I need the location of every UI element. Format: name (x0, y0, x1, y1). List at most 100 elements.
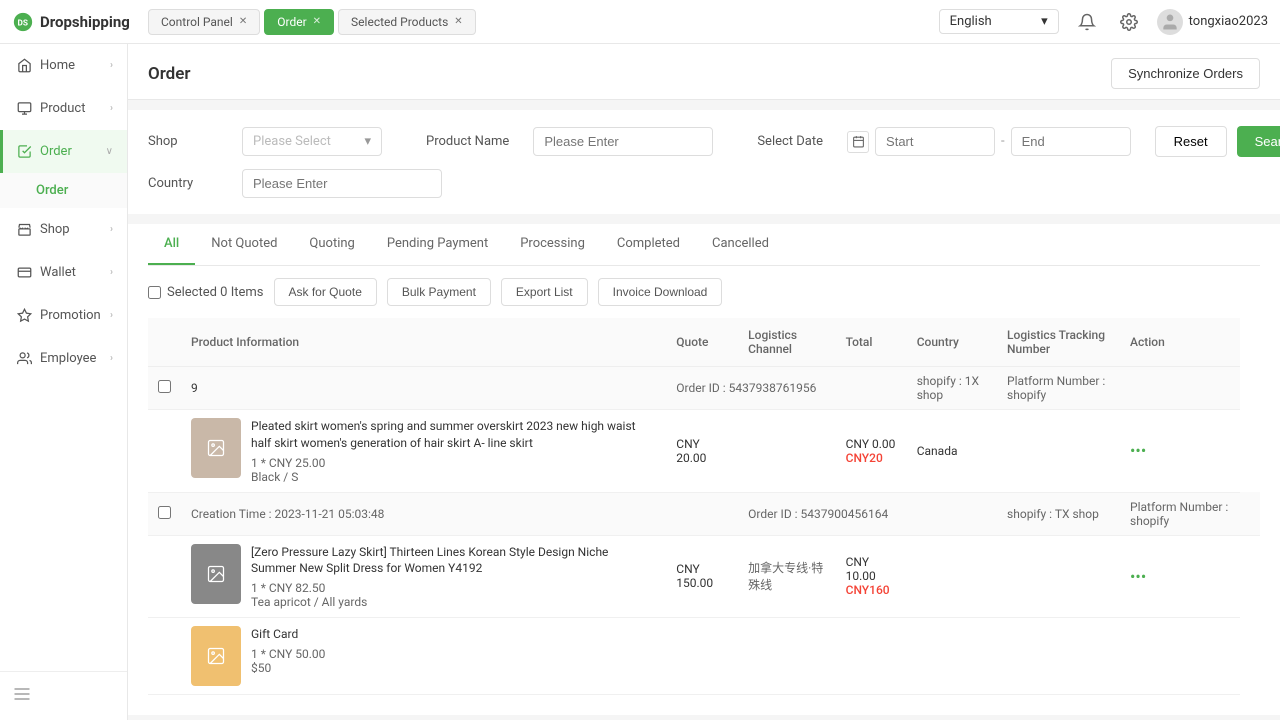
tab-label: Control Panel (161, 15, 233, 29)
sidebar-bottom (0, 671, 127, 720)
filter-section: Shop Please Select ▾ Product Name Select… (128, 110, 1280, 214)
date-start-input[interactable] (875, 127, 995, 156)
sub-item-label: Order (36, 183, 68, 198)
country-label: Country (148, 176, 218, 191)
chevron-icon: › (110, 353, 113, 364)
ask-quote-button[interactable]: Ask for Quote (274, 278, 377, 306)
quote-price: CNY 150.00 (676, 562, 713, 590)
user-info[interactable]: tongxiao2023 (1157, 9, 1268, 35)
calendar-icon[interactable] (847, 131, 869, 153)
tab-close-icon[interactable]: ✕ (454, 16, 462, 27)
table-section: AllNot QuotedQuotingPending PaymentProce… (128, 224, 1280, 715)
order-tab-cancelled[interactable]: Cancelled (696, 224, 785, 265)
product-details: [Zero Pressure Lazy Skirt] Thirteen Line… (251, 544, 656, 610)
country-cell (907, 535, 997, 618)
row-checkbox-cell (148, 492, 181, 535)
sidebar-item-home[interactable]: Home › (0, 44, 127, 87)
total-cell: CNY 10.00 CNY160 (836, 535, 907, 618)
invoice-download-button[interactable]: Invoice Download (598, 278, 723, 306)
order-tab-quoting[interactable]: Quoting (293, 224, 370, 265)
tab-label: Order (277, 15, 306, 29)
sidebar-item-label: Order (40, 144, 72, 159)
select-all-label[interactable]: Selected 0 Items (148, 285, 264, 300)
page-title: Order (148, 64, 191, 84)
content-header: Order Synchronize Orders (128, 44, 1280, 100)
action-dots-button[interactable]: ••• (1130, 567, 1146, 586)
sidebar-item-label: Employee (40, 351, 96, 366)
date-end-input[interactable] (1011, 127, 1131, 156)
product-variant: Black / S (251, 470, 656, 484)
logistics-channel-cell: 加拿大专线·特殊线 (738, 535, 835, 618)
order-tab-all[interactable]: All (148, 224, 195, 265)
sidebar-item-promotion[interactable]: Promotion › (0, 294, 127, 337)
quote-price: CNY 20.00 (676, 437, 706, 465)
product-qty: 1 * CNY 82.50 (251, 581, 656, 595)
order-tab-processing[interactable]: Processing (504, 224, 601, 265)
export-list-button[interactable]: Export List (501, 278, 588, 306)
action-dots-button[interactable]: ••• (1130, 441, 1146, 460)
wallet-icon (17, 265, 32, 280)
order-tab-pending-payment[interactable]: Pending Payment (371, 224, 504, 265)
tab-close-icon[interactable]: ✕ (313, 16, 321, 27)
order-checkbox[interactable] (158, 506, 171, 519)
sync-orders-button[interactable]: Synchronize Orders (1111, 58, 1260, 89)
select-all-checkbox[interactable] (148, 286, 161, 299)
logistics-channel-cell (738, 410, 835, 493)
order-tab-not-quoted[interactable]: Not Quoted (195, 224, 293, 265)
total-cell (836, 618, 907, 695)
product-name-input[interactable] (533, 127, 713, 156)
sidebar-item-wallet[interactable]: Wallet › (0, 251, 127, 294)
item-checkbox-cell (148, 618, 181, 695)
item-checkbox-cell (148, 410, 181, 493)
chevron-icon: ∨ (106, 146, 113, 157)
product-image (191, 418, 241, 478)
action-cell: ••• (1120, 410, 1240, 493)
topbar-tab-order[interactable]: Order ✕ (264, 9, 334, 35)
svg-text:DS: DS (18, 18, 28, 28)
bulk-payment-button[interactable]: Bulk Payment (387, 278, 491, 306)
tab-close-icon[interactable]: ✕ (239, 16, 247, 27)
total-highlight: CNY160 (846, 583, 897, 597)
shop-select[interactable]: Please Select ▾ (242, 127, 382, 156)
order-shopify: shopify : TX shop (997, 492, 1120, 535)
date-range: - (847, 127, 1131, 156)
sidebar-item-shop[interactable]: Shop › (0, 208, 127, 251)
reset-button[interactable]: Reset (1155, 126, 1227, 157)
table-actions: Selected 0 Items Ask for Quote Bulk Paym… (148, 278, 1260, 306)
country-input[interactable] (242, 169, 442, 198)
th-quote: Quote (666, 318, 738, 367)
sidebar-sub-item-order[interactable]: Order (0, 173, 127, 208)
settings-icon[interactable] (1115, 8, 1143, 36)
sidebar-item-order[interactable]: Order ∨ (0, 130, 127, 173)
product-info-cell: [Zero Pressure Lazy Skirt] Thirteen Line… (181, 535, 666, 618)
product-details: Pleated skirt women's spring and summer … (251, 418, 656, 484)
th-action: Action (1120, 318, 1240, 367)
order-platform: Platform Number : shopify (997, 367, 1120, 410)
order-shopify: shopify : 1X shop (907, 367, 997, 410)
search-button[interactable]: Search (1237, 126, 1280, 157)
table-header: Product Information Quote Logistics Chan… (148, 318, 1260, 367)
filter-row-1: Shop Please Select ▾ Product Name Select… (148, 126, 1260, 157)
th-logistics-channel: Logistics Channel (738, 318, 835, 367)
language-selector[interactable]: English ▾ (939, 9, 1059, 34)
topbar-tab-selected-products[interactable]: Selected Products✕ (338, 9, 476, 35)
orders-table: Product Information Quote Logistics Chan… (148, 318, 1260, 695)
sidebar-item-employee[interactable]: Employee › (0, 337, 127, 380)
notification-icon[interactable] (1073, 8, 1101, 36)
menu-icon[interactable] (12, 684, 32, 704)
sidebar: Home › Product › Order ∨ Order (0, 44, 128, 720)
logo-text: Dropshipping (40, 13, 130, 31)
product-details: Gift Card 1 * CNY 50.00 $50 (251, 626, 656, 675)
th-checkbox (148, 318, 181, 367)
order-tab-completed[interactable]: Completed (601, 224, 696, 265)
tracking-cell (997, 618, 1120, 695)
product-image (191, 626, 241, 686)
chevron-icon: › (110, 224, 113, 235)
chevron-icon: › (110, 267, 113, 278)
order-checkbox[interactable] (158, 380, 171, 393)
sidebar-item-product[interactable]: Product › (0, 87, 127, 130)
topbar-tab-control-panel[interactable]: Control Panel ✕ (148, 9, 260, 35)
tabs-bar: Control Panel✕Order✕Selected Products✕ (148, 9, 931, 35)
item-checkbox-cell (148, 535, 181, 618)
chevron-icon: › (110, 103, 113, 114)
